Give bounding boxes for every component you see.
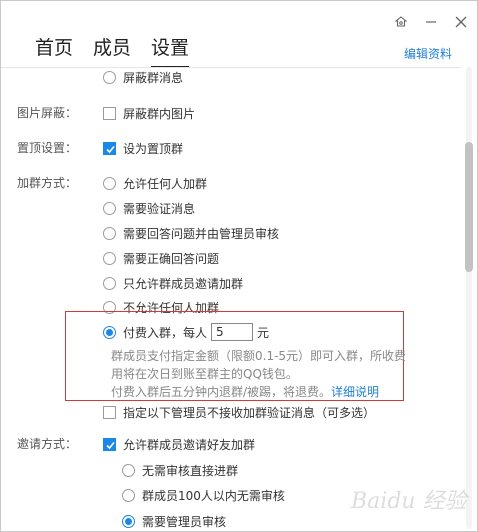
radio-button[interactable] bbox=[103, 201, 116, 215]
join-option-anyone[interactable]: 允许任何人加群 bbox=[103, 174, 207, 192]
option-label: 只允许群成员邀请加群 bbox=[123, 276, 244, 291]
radio-button[interactable] bbox=[103, 251, 116, 265]
option-label: 允许群成员邀请好友加群 bbox=[123, 437, 256, 452]
option-label: 需要回答问题并由管理员审核 bbox=[123, 226, 280, 241]
join-option-member-invite[interactable]: 只允许群成员邀请加群 bbox=[103, 274, 243, 292]
radio-button[interactable] bbox=[122, 488, 135, 502]
invite-sub-under-100[interactable]: 群成员100人以内无需审核 bbox=[122, 486, 285, 504]
details-link[interactable]: 详细说明 bbox=[331, 385, 379, 399]
paid-description-line3: 付费入群后五分钟内退群/被踢，将退费。详细说明 bbox=[111, 383, 379, 400]
radio-button[interactable] bbox=[103, 70, 116, 84]
option-pin-group[interactable]: 设为置顶群 bbox=[103, 139, 183, 157]
option-label: 屏蔽群内图片 bbox=[123, 106, 196, 121]
option-label: 允许任何人加群 bbox=[123, 176, 208, 191]
group-settings-window: 首页 成员 设置 编辑资料 屏蔽群消息 图片屏蔽： 屏蔽群内图片 置顶设置： 设… bbox=[0, 0, 478, 532]
option-label: 需要验证消息 bbox=[123, 201, 196, 216]
vertical-scrollbar[interactable] bbox=[465, 67, 473, 529]
option-label: 需要正确回答问题 bbox=[123, 251, 220, 266]
radio-button[interactable] bbox=[103, 176, 116, 190]
option-label: 指定以下管理员不接收加群验证消息（可多选） bbox=[123, 405, 376, 420]
join-method-label: 加群方式： bbox=[17, 176, 78, 190]
check-icon bbox=[106, 145, 115, 153]
option-label: 屏蔽群消息 bbox=[123, 70, 184, 85]
pin-label: 置顶设置： bbox=[17, 141, 78, 155]
radio-button[interactable] bbox=[103, 276, 116, 290]
radio-button[interactable] bbox=[122, 463, 135, 477]
join-option-verify[interactable]: 需要验证消息 bbox=[103, 199, 195, 217]
minimize-icon[interactable] bbox=[422, 13, 440, 31]
edit-profile-link[interactable]: 编辑资料 bbox=[404, 45, 452, 62]
paid-prefix-label: 付费入群，每人 bbox=[123, 325, 208, 340]
close-icon[interactable] bbox=[452, 13, 470, 31]
invite-sub-admin-review[interactable]: 需要管理员审核 bbox=[122, 512, 226, 530]
paid-description-line2: 用将在次日到账至群主的QQ钱包。 bbox=[111, 367, 298, 381]
radio-button-checked[interactable] bbox=[122, 514, 135, 528]
scroll-thumb[interactable] bbox=[465, 142, 473, 272]
option-block-messages[interactable]: 屏蔽群消息 bbox=[103, 68, 183, 86]
option-label: 无需审核直接进群 bbox=[142, 463, 239, 478]
check-icon bbox=[106, 441, 115, 449]
tab-members[interactable]: 成员 bbox=[93, 35, 131, 63]
option-label: 群成员100人以内无需审核 bbox=[142, 488, 285, 503]
tab-settings[interactable]: 设置 bbox=[151, 35, 190, 68]
option-label: 设为置顶群 bbox=[123, 141, 184, 156]
checkbox-checked[interactable] bbox=[103, 141, 116, 155]
option-label: 需要管理员审核 bbox=[142, 514, 227, 529]
paid-description-line1: 群成员支付指定金额（限额0.1-5元）即可入群，所收费 bbox=[111, 349, 407, 363]
option-block-images[interactable]: 屏蔽群内图片 bbox=[103, 104, 195, 122]
refund-note: 付费入群后五分钟内退群/被踢，将退费。 bbox=[111, 385, 332, 399]
radio-button[interactable] bbox=[103, 226, 116, 240]
option-allow-invite[interactable]: 允许群成员邀请好友加群 bbox=[103, 435, 255, 453]
join-option-correct-answer[interactable]: 需要正确回答问题 bbox=[103, 249, 219, 267]
currency-unit: 元 bbox=[257, 325, 270, 340]
fee-amount-input[interactable] bbox=[211, 323, 254, 341]
settings-icon[interactable] bbox=[392, 13, 410, 31]
join-option-question-admin[interactable]: 需要回答问题并由管理员审核 bbox=[103, 224, 279, 242]
scroll-track bbox=[466, 67, 472, 529]
checkbox-checked[interactable] bbox=[103, 437, 116, 451]
checkbox[interactable] bbox=[103, 405, 116, 419]
invite-method-label: 邀请方式： bbox=[17, 437, 78, 451]
watermark: Baidu 经验 bbox=[351, 489, 467, 514]
radio-button-checked[interactable] bbox=[103, 325, 116, 339]
join-option-paid[interactable]: 付费入群，每人 元 bbox=[103, 323, 269, 341]
option-admin-no-verify[interactable]: 指定以下管理员不接收加群验证消息（可多选） bbox=[103, 403, 375, 421]
invite-sub-no-review[interactable]: 无需审核直接进群 bbox=[122, 461, 238, 479]
tab-bar: 首页 成员 设置 bbox=[35, 35, 209, 68]
settings-scroll-area: 屏蔽群消息 图片屏蔽： 屏蔽群内图片 置顶设置： 设为置顶群 加群方式： 允许任… bbox=[1, 67, 463, 531]
tab-home[interactable]: 首页 bbox=[35, 35, 73, 63]
image-block-label: 图片屏蔽： bbox=[17, 106, 78, 120]
checkbox[interactable] bbox=[103, 106, 116, 120]
